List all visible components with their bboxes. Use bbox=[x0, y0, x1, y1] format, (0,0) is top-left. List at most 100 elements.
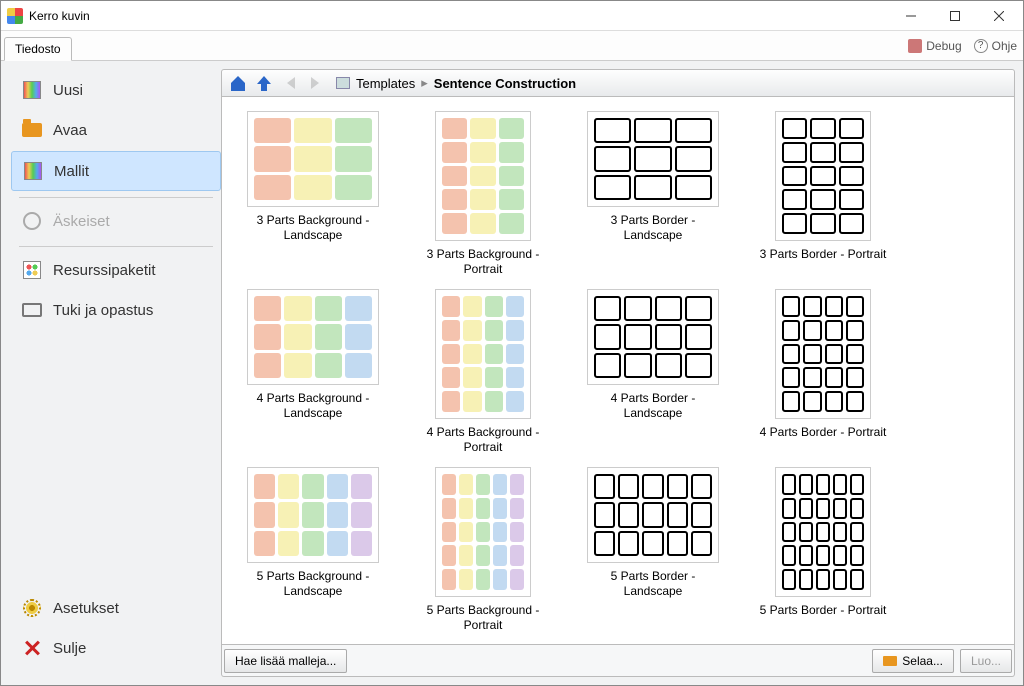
sidebar-item-label: Tuki ja opastus bbox=[53, 302, 153, 319]
sidebar-footer: Asetukset Sulje bbox=[11, 589, 221, 675]
templates-icon bbox=[22, 160, 44, 182]
template-label: 5 Parts Border - Portrait bbox=[760, 603, 887, 633]
settings-label: Asetukset bbox=[53, 600, 119, 617]
template-item[interactable]: 4 Parts Border - Portrait bbox=[752, 289, 894, 455]
debug-label: Debug bbox=[926, 39, 961, 53]
new-icon bbox=[21, 79, 43, 101]
x-icon bbox=[21, 637, 43, 659]
sidebar-item-close[interactable]: Sulje bbox=[11, 629, 221, 667]
template-label: 3 Parts Background - Portrait bbox=[412, 247, 554, 277]
template-thumbnail bbox=[435, 467, 531, 597]
back-button[interactable] bbox=[278, 71, 302, 95]
bottom-bar: Hae lisää malleja... Selaa... Luo... bbox=[221, 645, 1015, 677]
template-thumbnail bbox=[435, 289, 531, 419]
breadcrumb-current: Sentence Construction bbox=[434, 76, 576, 91]
debug-button[interactable]: Debug bbox=[902, 36, 967, 56]
template-label: 5 Parts Background - Portrait bbox=[412, 603, 554, 633]
up-button[interactable] bbox=[252, 71, 276, 95]
close-label: Sulje bbox=[53, 640, 86, 657]
bug-icon bbox=[908, 39, 922, 53]
sidebar-item-label: Äskeiset bbox=[53, 213, 110, 230]
template-label: 5 Parts Background - Landscape bbox=[242, 569, 384, 599]
folder-icon bbox=[883, 656, 897, 666]
template-item[interactable]: 3 Parts Border - Landscape bbox=[582, 111, 724, 277]
content: Uusi Avaa Mallit Äskeiset Resurssipaketi… bbox=[1, 61, 1023, 685]
template-item[interactable]: 5 Parts Border - Landscape bbox=[582, 467, 724, 633]
sidebar-item-new[interactable]: Uusi bbox=[11, 71, 221, 109]
template-item[interactable]: 5 Parts Background - Landscape bbox=[242, 467, 384, 633]
create-label: Luo... bbox=[971, 654, 1001, 668]
template-label: 3 Parts Background - Landscape bbox=[242, 213, 384, 243]
template-item[interactable]: 5 Parts Border - Portrait bbox=[752, 467, 894, 633]
folder-icon bbox=[336, 77, 350, 89]
window-title: Kerro kuvin bbox=[29, 9, 889, 23]
template-thumbnail bbox=[775, 467, 871, 597]
sidebar-item-open[interactable]: Avaa bbox=[11, 111, 221, 149]
create-button[interactable]: Luo... bbox=[960, 649, 1012, 673]
sidebar-item-recent[interactable]: Äskeiset bbox=[11, 202, 221, 240]
template-label: 3 Parts Border - Portrait bbox=[760, 247, 887, 277]
browse-button[interactable]: Selaa... bbox=[872, 649, 954, 673]
separator bbox=[19, 197, 213, 198]
minimize-button[interactable] bbox=[889, 2, 933, 30]
template-thumbnail bbox=[247, 111, 379, 207]
breadcrumb-root[interactable]: Templates bbox=[356, 76, 415, 91]
template-item[interactable]: 5 Parts Background - Portrait bbox=[412, 467, 554, 633]
file-tab[interactable]: Tiedosto bbox=[4, 37, 72, 61]
minimize-icon bbox=[906, 11, 916, 21]
template-gallery: 3 Parts Background - Landscape 3 Parts Ba… bbox=[221, 97, 1015, 645]
forward-button[interactable] bbox=[304, 71, 328, 95]
sidebar-item-label: Uusi bbox=[53, 82, 83, 99]
maximize-button[interactable] bbox=[933, 2, 977, 30]
template-label: 4 Parts Background - Landscape bbox=[242, 391, 384, 421]
maximize-icon bbox=[950, 11, 960, 21]
sidebar-item-support[interactable]: Tuki ja opastus bbox=[11, 291, 221, 329]
template-thumbnail bbox=[775, 111, 871, 241]
template-thumbnail bbox=[775, 289, 871, 419]
main: Templates ▸ Sentence Construction 3 Part… bbox=[221, 61, 1023, 685]
get-more-templates-button[interactable]: Hae lisää malleja... bbox=[224, 649, 347, 673]
resources-icon bbox=[21, 259, 43, 281]
help-button[interactable]: ? Ohje bbox=[968, 36, 1023, 56]
menu-bar: Tiedosto Debug ? Ohje bbox=[1, 31, 1023, 61]
template-label: 4 Parts Background - Portrait bbox=[412, 425, 554, 455]
home-icon bbox=[228, 73, 248, 93]
breadcrumb-bar: Templates ▸ Sentence Construction bbox=[221, 69, 1015, 97]
template-label: 3 Parts Border - Landscape bbox=[582, 213, 724, 243]
sidebar-item-label: Resurssipaketit bbox=[53, 262, 156, 279]
titlebar: Kerro kuvin bbox=[1, 1, 1023, 31]
sidebar-item-settings[interactable]: Asetukset bbox=[11, 589, 221, 627]
sidebar-item-templates[interactable]: Mallit bbox=[11, 151, 221, 191]
sidebar-item-resources[interactable]: Resurssipaketit bbox=[11, 251, 221, 289]
template-thumbnail bbox=[247, 289, 379, 385]
template-item[interactable]: 4 Parts Border - Landscape bbox=[582, 289, 724, 455]
breadcrumb-separator: ▸ bbox=[421, 75, 428, 91]
breadcrumb: Templates ▸ Sentence Construction bbox=[336, 75, 576, 91]
folder-open-icon bbox=[21, 119, 43, 141]
template-label: 4 Parts Border - Portrait bbox=[760, 425, 887, 455]
home-button[interactable] bbox=[226, 71, 250, 95]
close-window-button[interactable] bbox=[977, 2, 1021, 30]
back-arrow-icon bbox=[281, 74, 299, 92]
more-label: Hae lisää malleja... bbox=[235, 654, 336, 668]
template-item[interactable]: 3 Parts Background - Portrait bbox=[412, 111, 554, 277]
template-item[interactable]: 4 Parts Background - Landscape bbox=[242, 289, 384, 455]
browse-label: Selaa... bbox=[902, 654, 943, 668]
template-thumbnail bbox=[435, 111, 531, 241]
app-icon bbox=[7, 8, 23, 24]
up-arrow-icon bbox=[254, 73, 274, 93]
close-icon bbox=[994, 11, 1004, 21]
template-item[interactable]: 4 Parts Background - Portrait bbox=[412, 289, 554, 455]
template-item[interactable]: 3 Parts Background - Landscape bbox=[242, 111, 384, 277]
sidebar-item-label: Mallit bbox=[54, 163, 89, 180]
separator bbox=[19, 246, 213, 247]
sidebar-item-label: Avaa bbox=[53, 122, 87, 139]
sidebar: Uusi Avaa Mallit Äskeiset Resurssipaketi… bbox=[1, 61, 221, 685]
forward-arrow-icon bbox=[307, 74, 325, 92]
template-label: 4 Parts Border - Landscape bbox=[582, 391, 724, 421]
help-label: Ohje bbox=[992, 39, 1017, 53]
template-item[interactable]: 3 Parts Border - Portrait bbox=[752, 111, 894, 277]
template-thumbnail bbox=[587, 289, 719, 385]
template-thumbnail bbox=[247, 467, 379, 563]
help-icon: ? bbox=[974, 39, 988, 53]
